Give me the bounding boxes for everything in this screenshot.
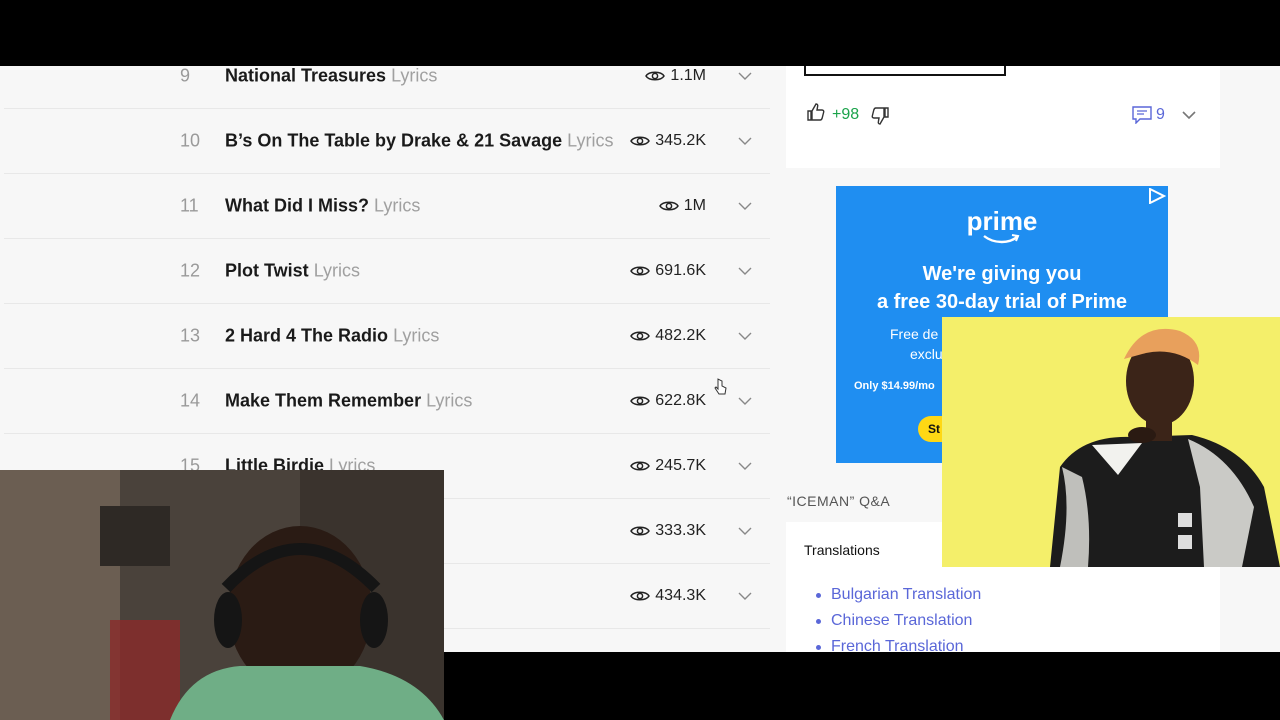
guest-video-overlay — [942, 317, 1280, 567]
track-title-text: Make Them Remember — [225, 390, 422, 411]
letterbox-top — [0, 0, 1280, 66]
track-title-text: Plot Twist — [225, 260, 309, 281]
ad-headline-line1: We're giving you — [922, 263, 1082, 285]
track-views-count: 482.2K — [655, 327, 706, 344]
track-title-link[interactable]: Plot Twist Lyrics — [225, 261, 360, 282]
amazon-smile-icon — [983, 234, 1020, 244]
eye-icon — [630, 591, 651, 601]
track-views: 345.2K — [630, 132, 706, 150]
track-row[interactable]: 14 Make Them Remember Lyrics 622.8K — [4, 369, 770, 434]
track-views-count: 245.7K — [655, 457, 706, 474]
track-lyrics-suffix: Lyrics — [393, 325, 440, 346]
webcam-feed — [0, 470, 444, 720]
translation-link[interactable]: French Translation — [816, 634, 981, 652]
tab-translations[interactable]: Translations — [804, 542, 880, 558]
track-title-text: What Did I Miss? — [225, 195, 369, 216]
translation-link[interactable]: Chinese Translation — [816, 608, 981, 634]
track-views-count: 1M — [683, 197, 706, 214]
thumbs-up-icon[interactable] — [806, 102, 826, 122]
track-lyrics-suffix: Lyrics — [313, 260, 361, 281]
track-title-link[interactable]: Make Them Remember Lyrics — [225, 391, 472, 412]
chevron-down-icon[interactable] — [738, 201, 752, 211]
chevron-down-icon[interactable] — [738, 331, 752, 341]
translation-link[interactable]: Bulgarian Translation — [816, 582, 981, 608]
track-views-count: 434.3K — [655, 587, 706, 604]
track-views: 482.2K — [630, 327, 706, 345]
ad-choices-icon[interactable] — [1148, 188, 1166, 204]
track-row[interactable]: 9 National Treasures Lyrics 1.1M — [4, 66, 770, 109]
thumbs-down-icon[interactable] — [870, 106, 890, 126]
track-lyrics-suffix: Lyrics — [374, 195, 421, 216]
eye-icon — [630, 331, 651, 341]
track-title-link[interactable]: 2 Hard 4 The Radio Lyrics — [225, 326, 439, 347]
track-views-count: 345.2K — [655, 132, 706, 149]
track-number: 14 — [180, 390, 201, 411]
eye-icon — [630, 396, 651, 406]
track-number: 12 — [180, 260, 201, 281]
track-number: 10 — [180, 130, 201, 151]
track-lyrics-suffix: Lyrics — [567, 130, 614, 151]
reactor-figure — [0, 470, 444, 720]
eye-icon — [630, 461, 651, 471]
track-views: 1M — [658, 197, 706, 215]
mouse-cursor-icon — [714, 378, 727, 395]
track-title-link[interactable]: What Did I Miss? Lyrics — [225, 196, 420, 217]
track-views: 691.6K — [630, 262, 706, 280]
track-views: 245.7K — [630, 457, 706, 475]
track-lyrics-suffix: Lyrics — [391, 66, 438, 86]
comment-icon[interactable] — [1132, 106, 1152, 124]
eye-icon — [645, 71, 666, 81]
track-lyrics-suffix: Lyrics — [426, 390, 473, 411]
chevron-down-icon[interactable] — [738, 266, 752, 276]
ad-headline-line2: a free 30-day trial of Prime — [876, 291, 1128, 313]
chevron-down-icon[interactable] — [738, 461, 752, 471]
track-number: 13 — [180, 325, 201, 346]
track-title-text: B’s On The Table by Drake & 21 Savage — [225, 130, 563, 151]
vote-count: +98 — [832, 106, 860, 123]
track-row[interactable]: 11 What Did I Miss? Lyrics 1M — [4, 174, 770, 239]
eye-icon — [630, 526, 651, 536]
track-row[interactable]: 10 B’s On The Table by Drake & 21 Savage … — [4, 109, 770, 174]
track-views-count: 1.1M — [670, 67, 706, 84]
track-number: 11 — [180, 195, 199, 216]
track-views-count: 691.6K — [655, 262, 706, 279]
ad-subtext: Free de exclu — [890, 324, 943, 364]
track-number: 9 — [180, 66, 191, 86]
ad-brand: prime — [966, 206, 1038, 236]
chevron-down-icon[interactable] — [1182, 110, 1196, 120]
ad-price: Only $14.99/mo — [854, 380, 935, 392]
chevron-down-icon[interactable] — [738, 136, 752, 146]
track-views: 1.1M — [645, 67, 706, 85]
track-title-link[interactable]: B’s On The Table by Drake & 21 Savage Ly… — [225, 131, 614, 152]
artist-figure — [942, 317, 1280, 567]
track-row[interactable]: 12 Plot Twist Lyrics 691.6K — [4, 239, 770, 304]
chevron-down-icon[interactable] — [738, 396, 752, 406]
track-title-text: National Treasures — [225, 66, 387, 86]
chevron-down-icon[interactable] — [738, 71, 752, 81]
comment-count[interactable]: 9 — [1156, 106, 1165, 124]
track-title-text: 2 Hard 4 The Radio — [225, 325, 389, 346]
ad-sub-line1: Free de — [890, 326, 939, 342]
qa-heading: “ICEMAN” Q&A — [787, 493, 891, 509]
chevron-down-icon[interactable] — [738, 526, 752, 536]
boxed-button[interactable] — [804, 66, 1006, 76]
eye-icon — [630, 266, 651, 276]
track-title-link[interactable]: National Treasures Lyrics — [225, 66, 437, 87]
track-row[interactable]: 13 2 Hard 4 The Radio Lyrics 482.2K — [4, 304, 770, 369]
track-views: 622.8K — [630, 392, 706, 410]
track-views: 333.3K — [630, 522, 706, 540]
translation-list: Bulgarian Translation Chinese Translatio… — [816, 582, 981, 652]
track-views-count: 333.3K — [655, 522, 706, 539]
ad-sub-line2: exclu — [910, 346, 943, 362]
song-actions-card: +98 9 — [786, 66, 1220, 168]
track-views: 434.3K — [630, 587, 706, 605]
ad-headline: We're giving you a free 30-day trial of … — [836, 260, 1168, 316]
chevron-down-icon[interactable] — [738, 591, 752, 601]
eye-icon — [630, 136, 651, 146]
track-views-count: 622.8K — [655, 392, 706, 409]
eye-icon — [658, 201, 679, 211]
